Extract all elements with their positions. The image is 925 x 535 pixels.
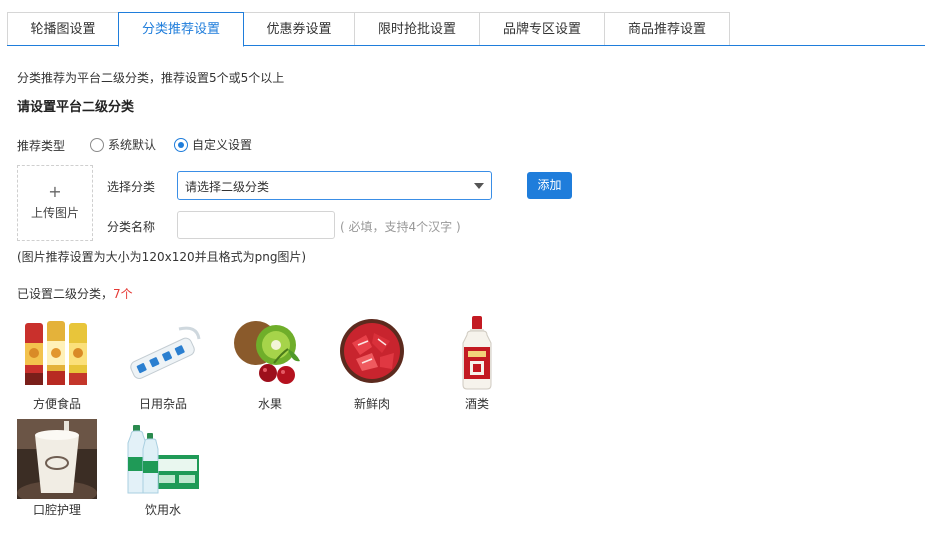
tab-category-recommend[interactable]: 分类推荐设置 (118, 12, 244, 47)
category-item-label: 水果 (257, 397, 282, 411)
coffee-cup-image (17, 419, 97, 499)
upload-image-button[interactable]: + 上传图片 (17, 165, 93, 241)
category-select-value: 请选择二级分类 (185, 180, 270, 194)
radio-custom-setting[interactable]: 自定义设置 (174, 136, 252, 153)
image-size-note: (图片推荐设置为大小为120x120并且格式为png图片) (17, 250, 307, 264)
meat-plate-image (332, 313, 412, 393)
category-item-label: 酒类 (464, 397, 489, 411)
configured-count-number: 7个 (113, 287, 133, 301)
radio-unchecked-icon[interactable] (90, 137, 104, 152)
tab-banner-settings[interactable]: 轮播图设置 (7, 12, 119, 45)
category-item-oral-care[interactable]: 口腔护理 (17, 419, 97, 518)
tab-product-recommend[interactable]: 商品推荐设置 (604, 12, 730, 45)
intro-tip: 分类推荐为平台二级分类，推荐设置5个或5个以上 (17, 71, 285, 85)
category-item-label: 饮用水 (144, 503, 181, 517)
tab-brand-zone-settings[interactable]: 品牌专区设置 (479, 12, 605, 45)
kiwi-cherry-image (230, 313, 310, 393)
category-item-fruit[interactable]: 水果 (230, 313, 310, 412)
category-item-daily-goods[interactable]: 日用杂品 (123, 313, 203, 412)
radio-system-default-label: 系统默认 (108, 138, 157, 152)
section-heading: 请设置平台二级分类 (17, 100, 135, 115)
radio-checked-icon[interactable] (174, 137, 188, 152)
tab-bar: 轮播图设置 分类推荐设置 优惠券设置 限时抢批设置 品牌专区设置 商品推荐设置 (7, 12, 730, 47)
category-item-convenience-food[interactable]: 方便食品 (17, 313, 97, 412)
category-name-hint: ( 必填，支持4个汉字 ) (340, 220, 461, 234)
configured-count: 已设置二级分类，7个 (17, 285, 133, 302)
radio-system-default[interactable]: 系统默认 (90, 136, 156, 153)
radio-custom-setting-label: 自定义设置 (192, 138, 253, 152)
category-name-input[interactable] (177, 211, 335, 239)
category-name-label: 分类名称 (107, 220, 156, 234)
snack-cans-image (17, 313, 97, 393)
water-bottles-image (123, 419, 203, 499)
recommend-type-label: 推荐类型 (17, 139, 66, 153)
tab-flash-sale-settings[interactable]: 限时抢批设置 (354, 12, 480, 45)
category-item-drinking-water[interactable]: 饮用水 (123, 419, 203, 518)
power-strip-image (123, 313, 203, 393)
tab-coupon-settings[interactable]: 优惠券设置 (243, 12, 355, 45)
upload-image-label: 上传图片 (30, 206, 79, 220)
category-item-label: 新鲜肉 (353, 397, 390, 411)
configured-count-prefix: 已设置二级分类， (17, 287, 114, 301)
plus-icon: + (48, 182, 62, 201)
select-category-label: 选择分类 (107, 180, 156, 194)
liquor-bottle-image (437, 313, 517, 393)
category-item-label: 方便食品 (32, 397, 81, 411)
add-button[interactable]: 添加 (527, 172, 572, 199)
category-item-label: 日用杂品 (138, 397, 187, 411)
category-item-liquor[interactable]: 酒类 (437, 313, 517, 412)
category-select[interactable]: 请选择二级分类 (177, 171, 492, 200)
category-item-fresh-meat[interactable]: 新鲜肉 (332, 313, 412, 412)
chevron-down-icon (474, 183, 484, 189)
category-item-label: 口腔护理 (32, 503, 81, 517)
